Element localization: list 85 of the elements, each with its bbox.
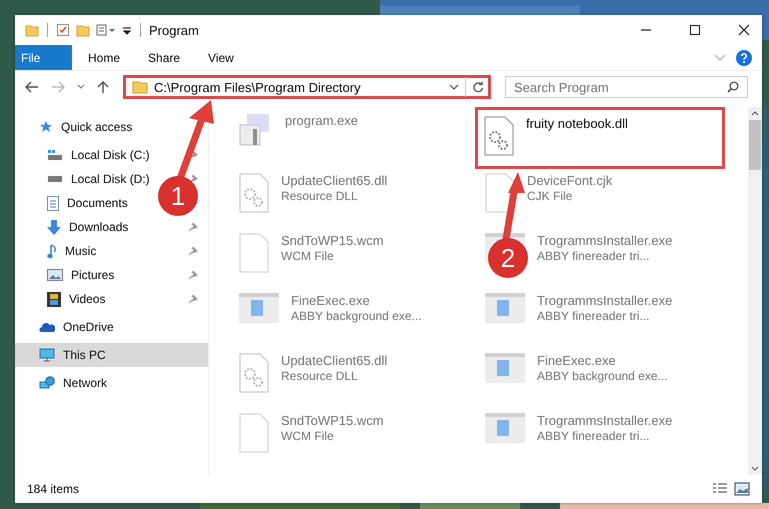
nav-item[interactable]: Videos bbox=[47, 292, 106, 306]
file-icon bbox=[239, 233, 269, 273]
gear-file-icon bbox=[484, 116, 514, 156]
file-name[interactable]: DeviceFont.cjk bbox=[527, 173, 612, 188]
pin-icon[interactable] bbox=[188, 222, 198, 232]
scroll-up-icon[interactable] bbox=[751, 111, 759, 116]
chevron-icon[interactable] bbox=[449, 84, 459, 90]
file-name[interactable]: TrogrammsInstaller.exe bbox=[537, 233, 672, 248]
ribbon-tab[interactable]: Home bbox=[74, 45, 134, 70]
drive-icon bbox=[47, 149, 63, 161]
picture-icon bbox=[47, 269, 63, 281]
pin-icon[interactable] bbox=[188, 246, 198, 256]
search-field[interactable]: Search Program bbox=[505, 76, 748, 98]
file-type: WCM File bbox=[281, 429, 335, 443]
step-badge: 2 bbox=[488, 238, 528, 278]
nav-item[interactable]: Pictures bbox=[47, 268, 114, 282]
app-window-icon bbox=[485, 413, 525, 443]
pin-icon[interactable] bbox=[188, 294, 198, 304]
file-type: ABBY finereader tri... bbox=[537, 249, 650, 263]
file-name[interactable]: TrogrammsInstaller.exe bbox=[537, 413, 672, 428]
nav-item[interactable]: Documents bbox=[47, 196, 128, 210]
file-name[interactable]: SndToWP15.wcm bbox=[281, 233, 384, 248]
gear-file-icon bbox=[239, 353, 269, 393]
properties-icon[interactable] bbox=[96, 23, 116, 37]
nav-item[interactable]: Downloads bbox=[47, 220, 128, 234]
file-type: WCM File bbox=[281, 249, 335, 263]
file-name[interactable]: FineExec.exe bbox=[291, 293, 422, 308]
document-icon bbox=[47, 196, 59, 210]
step-badge: 1 bbox=[158, 176, 198, 216]
gear-file-icon bbox=[239, 173, 269, 213]
app-window-icon bbox=[239, 293, 279, 323]
file-type: ABBY background exe... bbox=[537, 369, 668, 383]
scroll-down-icon[interactable] bbox=[751, 466, 759, 471]
nav-item[interactable]: Network bbox=[39, 376, 108, 390]
folder-icon bbox=[132, 80, 148, 94]
nav-item[interactable]: Music bbox=[47, 244, 96, 258]
file-name[interactable]: UpdateClient65.dll bbox=[281, 173, 388, 188]
pin-icon[interactable] bbox=[188, 174, 198, 184]
network-icon bbox=[39, 376, 55, 390]
download-icon bbox=[47, 220, 61, 234]
file-name[interactable]: program.exe bbox=[285, 113, 358, 128]
file-tab[interactable]: File bbox=[15, 45, 72, 70]
back-icon[interactable] bbox=[25, 81, 39, 93]
search-icon bbox=[727, 81, 739, 93]
file-icon bbox=[239, 413, 269, 453]
pin-icon[interactable] bbox=[188, 270, 198, 280]
recent-icon[interactable] bbox=[77, 84, 85, 90]
refresh-icon[interactable] bbox=[472, 81, 484, 93]
nav-item[interactable]: Local Disk (D:) bbox=[47, 172, 150, 186]
nav-item[interactable]: Local Disk (C:) bbox=[47, 148, 150, 162]
nav-item[interactable]: This PC bbox=[39, 348, 106, 362]
item-count: 184 items bbox=[27, 482, 80, 496]
up-icon[interactable] bbox=[97, 80, 109, 94]
app-window-icon bbox=[485, 353, 525, 383]
file-type: ABBY finereader tri... bbox=[537, 309, 650, 323]
computer-icon bbox=[39, 348, 55, 362]
app-window-icon bbox=[485, 293, 525, 323]
cloud-icon bbox=[39, 322, 55, 332]
file-name[interactable]: fruity notebook.dll bbox=[526, 116, 628, 131]
star-icon bbox=[39, 120, 53, 134]
close-icon[interactable] bbox=[738, 24, 750, 36]
ribbon-tab[interactable]: Share bbox=[134, 45, 194, 70]
music-note-icon bbox=[47, 244, 57, 258]
file-type: ABBY finereader tri... bbox=[537, 429, 650, 443]
nav-item[interactable]: Quick access bbox=[39, 120, 132, 134]
window-title: Program bbox=[149, 22, 199, 38]
drive-icon bbox=[47, 176, 63, 182]
address-bar[interactable]: C:\Program Files\Program Directory bbox=[123, 75, 491, 99]
maximize-icon[interactable] bbox=[689, 24, 701, 36]
file-name[interactable]: TrogrammsInstaller.exe bbox=[537, 293, 672, 308]
file-type: CJK File bbox=[527, 189, 574, 203]
file-type: Resource DLL bbox=[281, 369, 359, 383]
file-icon bbox=[485, 173, 515, 213]
scrollbar-thumb[interactable] bbox=[749, 120, 761, 170]
checklist-icon[interactable] bbox=[56, 23, 70, 37]
large-icons-view-icon[interactable] bbox=[734, 482, 750, 496]
file-type: Resource DLL bbox=[281, 189, 359, 203]
file-name[interactable]: SndToWP15.wcm bbox=[281, 413, 384, 428]
ribbon-tab[interactable]: View bbox=[194, 45, 248, 70]
nav-item[interactable]: OneDrive bbox=[39, 320, 114, 334]
file-name[interactable]: FineExec.exe bbox=[537, 353, 668, 368]
file-name[interactable]: UpdateClient65.dll bbox=[281, 353, 388, 368]
film-icon bbox=[47, 292, 61, 306]
file-type: ABBY background exe... bbox=[291, 309, 422, 323]
help-icon[interactable] bbox=[736, 50, 752, 66]
